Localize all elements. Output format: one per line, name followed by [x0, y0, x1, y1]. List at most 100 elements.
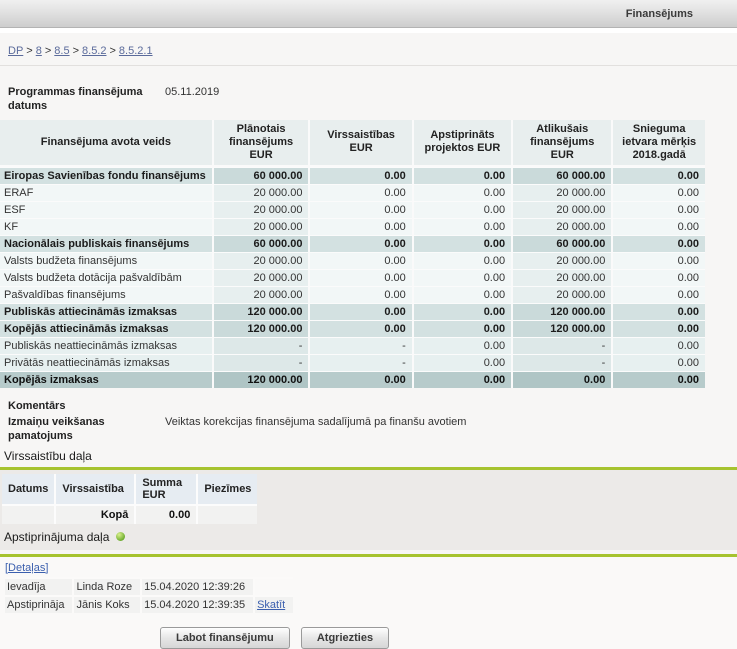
funding-row-value: 0.00	[308, 235, 411, 252]
view-link[interactable]: Skatīt	[257, 599, 285, 611]
funding-row-value: 20 000.00	[212, 184, 309, 201]
breadcrumb-link[interactable]: 8.5.2.1	[119, 45, 153, 57]
total-value: 0.00	[134, 506, 196, 524]
funding-row-value: 60 000.00	[511, 167, 611, 184]
virssaistibas-column-header: Summa EUR	[134, 474, 196, 506]
funding-row-value: 0.00	[412, 235, 511, 252]
funding-table-header-row: Finansējuma avota veidsPlānotais finansē…	[0, 120, 705, 168]
page-title: Finansējums	[626, 8, 693, 20]
funding-row-value: 0.00	[611, 235, 705, 252]
funding-column-header: Virssaistības EUR	[308, 120, 411, 168]
program-date-label: Programmas finansējuma datums	[8, 86, 158, 114]
funding-row-value: 60 000.00	[511, 235, 611, 252]
details-link[interactable]: [Detaļas]	[5, 562, 48, 574]
funding-row-value: 120 000.00	[212, 303, 309, 320]
funding-row: ESF20 000.000.000.0020 000.000.00	[0, 201, 705, 218]
funding-row-label: Valsts budžeta finansējums	[0, 252, 212, 269]
funding-row-value: -	[308, 337, 411, 354]
approval-info-body: IevadījaLinda Roze15.04.2020 12:39:26Aps…	[5, 577, 293, 613]
justification-row: Izmaiņu veikšanas pamatojums Veiktas kor…	[0, 416, 737, 444]
funding-row-value: 20 000.00	[212, 269, 309, 286]
program-date-value: 05.11.2019	[165, 86, 219, 114]
funding-row-value: 0.00	[308, 201, 411, 218]
funding-row-value: 0.00	[611, 184, 705, 201]
funding-row-value: -	[308, 354, 411, 371]
funding-column-header: Plānotais finansējums EUR	[212, 120, 309, 168]
approval-action-cell: Skatīt	[253, 595, 293, 613]
funding-row-value: 0.00	[611, 371, 705, 388]
funding-row-value: -	[511, 337, 611, 354]
funding-row: Privātās neattiecināmās izmaksas--0.00-0…	[0, 354, 705, 371]
funding-row-value: 120 000.00	[511, 303, 611, 320]
justification-label: Izmaiņu veikšanas pamatojums	[8, 416, 158, 444]
funding-row-value: 0.00	[412, 218, 511, 235]
funding-row-value: 0.00	[511, 371, 611, 388]
empty-cell	[2, 506, 54, 524]
approval-heading: Apstiprinājuma daļa	[4, 530, 109, 544]
approval-info-row: IevadījaLinda Roze15.04.2020 12:39:26	[5, 577, 293, 595]
funding-row-value: 0.00	[412, 303, 511, 320]
funding-row-label: Privātās neattiecināmās izmaksas	[0, 354, 212, 371]
breadcrumb-link[interactable]: 8.5	[54, 45, 69, 57]
funding-row: Publiskās attiecināmās izmaksas120 000.0…	[0, 303, 705, 320]
funding-row: Pašvaldības finansējums20 000.000.000.00…	[0, 286, 705, 303]
virssaistibas-heading: Virssaistību daļa	[4, 449, 737, 463]
funding-row-value: 0.00	[412, 167, 511, 184]
funding-row-value: 20 000.00	[511, 252, 611, 269]
funding-row: Publiskās neattiecināmās izmaksas--0.00-…	[0, 337, 705, 354]
funding-row-label: ESF	[0, 201, 212, 218]
funding-row-value: 0.00	[412, 286, 511, 303]
funding-row-value: 0.00	[412, 252, 511, 269]
funding-row-value: 0.00	[308, 218, 411, 235]
funding-row-value: 20 000.00	[212, 252, 309, 269]
funding-row-value: 0.00	[611, 320, 705, 337]
funding-column-header: Finansējuma avota veids	[0, 120, 212, 168]
funding-row-value: 0.00	[412, 184, 511, 201]
funding-row-value: 0.00	[308, 252, 411, 269]
action-buttons: Labot finansējumu Atgriezties	[160, 627, 737, 649]
approval-info-table: IevadījaLinda Roze15.04.2020 12:39:26Aps…	[5, 577, 293, 613]
approval-action-cell	[253, 577, 293, 595]
back-button[interactable]: Atgriezties	[301, 627, 389, 649]
funding-row-value: 120 000.00	[511, 320, 611, 337]
approval-timestamp: 15.04.2020 12:39:26	[140, 577, 253, 595]
funding-row-label: Publiskās attiecināmās izmaksas	[0, 303, 212, 320]
funding-row-value: 120 000.00	[212, 320, 309, 337]
breadcrumb-link[interactable]: 8.5.2	[82, 45, 106, 57]
virssaistibas-column-header: Virssaistība	[54, 474, 134, 506]
breadcrumb-link[interactable]: DP	[8, 45, 23, 57]
funding-row-value: 20 000.00	[511, 218, 611, 235]
approval-name: Jānis Koks	[72, 595, 140, 613]
funding-row-label: Kopējās izmaksas	[0, 371, 212, 388]
funding-row-value: 0.00	[611, 269, 705, 286]
breadcrumb-separator: >	[45, 45, 51, 57]
breadcrumb-link[interactable]: 8	[36, 45, 42, 57]
funding-row-value: 0.00	[611, 218, 705, 235]
funding-row-label: KF	[0, 218, 212, 235]
breadcrumb-separator: >	[26, 45, 32, 57]
funding-row-value: 0.00	[611, 303, 705, 320]
funding-row: Kopējās izmaksas120 000.000.000.000.000.…	[0, 371, 705, 388]
edit-funding-button[interactable]: Labot finansējumu	[160, 627, 290, 649]
funding-row-value: 0.00	[412, 320, 511, 337]
funding-row-value: 0.00	[611, 167, 705, 184]
approval-timestamp: 15.04.2020 12:39:35	[140, 595, 253, 613]
comment-label: Komentārs	[8, 400, 729, 412]
empty-cell	[196, 506, 257, 524]
funding-row-value: -	[212, 354, 309, 371]
funding-row-value: -	[511, 354, 611, 371]
funding-table-body: Eiropas Savienības fondu finansējums60 0…	[0, 167, 705, 388]
approval-name: Linda Roze	[72, 577, 140, 595]
virssaistibas-column-header: Datums	[2, 474, 54, 506]
funding-row-value: 0.00	[308, 286, 411, 303]
funding-row-value: 20 000.00	[511, 286, 611, 303]
funding-row: Kopējās attiecināmās izmaksas120 000.000…	[0, 320, 705, 337]
funding-row-value: 60 000.00	[212, 235, 309, 252]
funding-row-value: 0.00	[412, 371, 511, 388]
virssaistibas-table: DatumsVirssaistībaSumma EURPiezīmes Kopā…	[2, 474, 257, 524]
approval-role: Apstiprināja	[5, 595, 72, 613]
funding-row-value: -	[212, 337, 309, 354]
funding-row-value: 20 000.00	[511, 269, 611, 286]
approval-section: [Detaļas] IevadījaLinda Roze15.04.2020 1…	[0, 557, 737, 649]
funding-row-value: 20 000.00	[511, 201, 611, 218]
